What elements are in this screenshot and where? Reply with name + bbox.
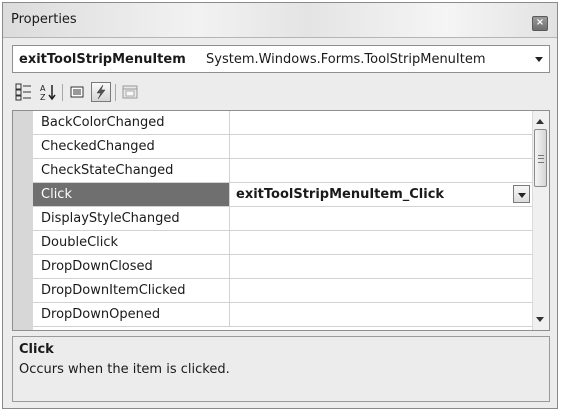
property-pages-button[interactable] — [120, 82, 140, 102]
categorized-button[interactable] — [14, 82, 34, 102]
property-value[interactable] — [230, 231, 532, 254]
property-value[interactable] — [230, 111, 532, 134]
scroll-up-icon[interactable] — [536, 119, 544, 124]
property-name[interactable]: CheckStateChanged — [33, 159, 230, 182]
property-row[interactable]: CheckedChanged — [33, 135, 532, 159]
property-row[interactable]: DropDownItemClicked — [33, 279, 532, 303]
events-button[interactable] — [91, 82, 111, 102]
properties-button[interactable] — [67, 82, 87, 102]
description-panel: Click Occurs when the item is clicked. — [12, 336, 550, 402]
property-row[interactable]: DropDownClosed — [33, 255, 532, 279]
scroll-thumb[interactable] — [534, 129, 547, 187]
property-name[interactable]: CheckedChanged — [33, 135, 230, 158]
properties-window: Properties × exitToolStripMenuItem Syste… — [2, 2, 558, 409]
property-value[interactable]: exitToolStripMenuItem_Click — [230, 183, 532, 206]
property-value[interactable] — [230, 279, 532, 302]
property-grid[interactable]: BackColorChanged CheckedChanged CheckState… — [12, 110, 550, 331]
property-value[interactable] — [230, 255, 532, 278]
alphabetical-icon: A Z — [40, 84, 56, 102]
property-name[interactable]: Click — [33, 183, 230, 206]
grid-rows: BackColorChanged CheckedChanged CheckState… — [33, 111, 532, 327]
property-value[interactable] — [230, 135, 532, 158]
properties-toolbar: A Z — [12, 79, 550, 105]
object-type: System.Windows.Forms.ToolStripMenuItem — [206, 52, 486, 67]
property-value-text: exitToolStripMenuItem_Click — [236, 187, 445, 202]
property-name[interactable]: BackColorChanged — [33, 111, 230, 134]
property-row[interactable]: DropDownOpened — [33, 303, 532, 327]
property-value[interactable] — [230, 159, 532, 182]
property-row[interactable]: Click exitToolStripMenuItem_Click — [33, 183, 532, 207]
vertical-scrollbar[interactable] — [532, 111, 549, 330]
property-value[interactable] — [230, 207, 532, 230]
property-pages-icon — [122, 85, 138, 99]
property-row[interactable]: CheckStateChanged — [33, 159, 532, 183]
svg-text:A: A — [40, 84, 46, 93]
toolbar-separator — [62, 84, 63, 101]
property-row[interactable]: DoubleClick — [33, 231, 532, 255]
grid-margin — [13, 111, 33, 330]
close-icon[interactable]: × — [532, 16, 548, 31]
object-name: exitToolStripMenuItem — [19, 52, 186, 67]
object-selector-dropdown[interactable]: exitToolStripMenuItem System.Windows.For… — [12, 45, 550, 73]
grip-icon — [538, 155, 544, 163]
property-row[interactable]: DisplayStyleChanged — [33, 207, 532, 231]
description-title: Click — [19, 342, 54, 357]
property-name[interactable]: DropDownClosed — [33, 255, 230, 278]
toolbar-separator — [115, 84, 116, 101]
properties-icon — [70, 86, 84, 98]
title-bar[interactable]: Properties × — [3, 3, 557, 38]
property-name[interactable]: DropDownOpened — [33, 303, 230, 326]
categorized-icon — [15, 83, 31, 101]
property-name[interactable]: DoubleClick — [33, 231, 230, 254]
property-name[interactable]: DisplayStyleChanged — [33, 207, 230, 230]
description-text: Occurs when the item is clicked. — [19, 362, 230, 377]
window-title: Properties — [11, 12, 77, 27]
chevron-down-icon[interactable] — [535, 57, 543, 62]
scroll-down-icon[interactable] — [536, 317, 544, 322]
svg-text:Z: Z — [40, 93, 46, 102]
property-name[interactable]: DropDownItemClicked — [33, 279, 230, 302]
events-icon — [96, 84, 106, 100]
property-row[interactable]: BackColorChanged — [33, 111, 532, 135]
property-value[interactable] — [230, 303, 532, 326]
alphabetical-button[interactable]: A Z — [38, 82, 58, 102]
value-dropdown-icon[interactable] — [513, 185, 530, 203]
